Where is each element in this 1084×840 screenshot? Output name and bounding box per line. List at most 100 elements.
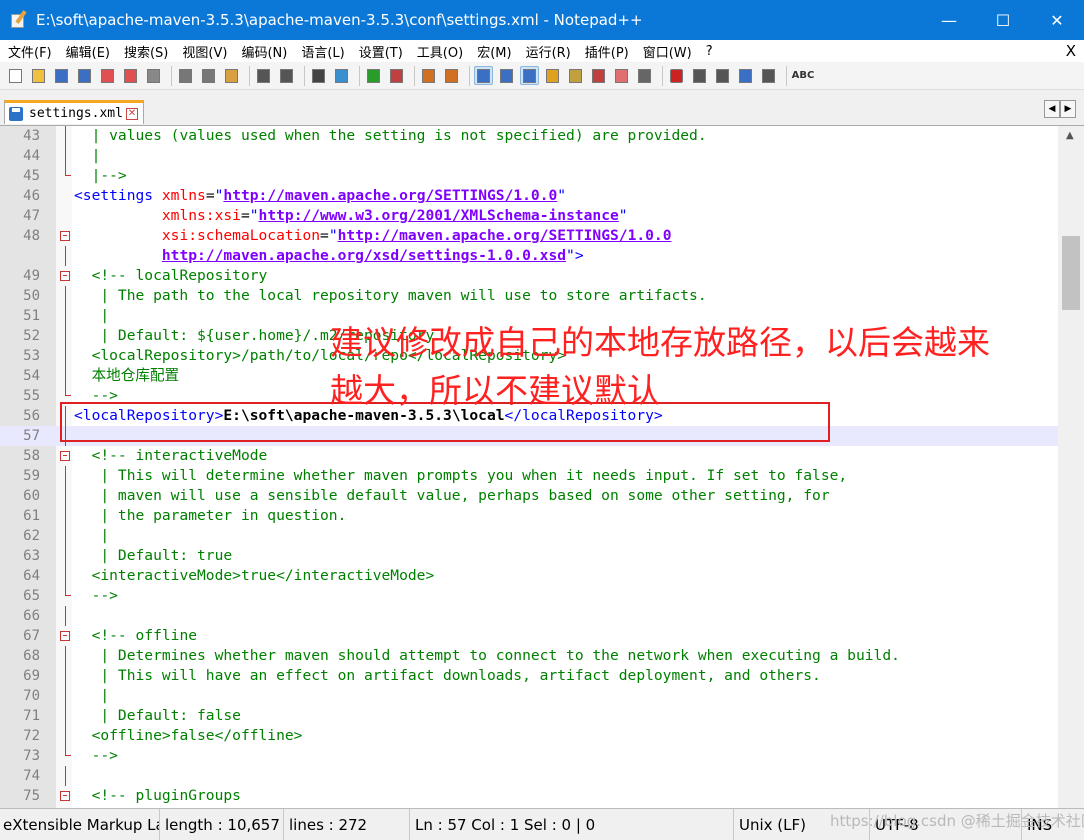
code-line[interactable]: 58 <!-- interactiveMode bbox=[0, 446, 1058, 466]
code-lines[interactable]: 43 | values (values used when the settin… bbox=[0, 126, 1058, 806]
code-line[interactable]: 72 <offline>false</offline> bbox=[0, 726, 1058, 746]
function-list-icon[interactable] bbox=[589, 66, 608, 85]
fold-toggle-icon[interactable] bbox=[59, 226, 71, 246]
stop-macro-icon[interactable] bbox=[690, 66, 709, 85]
code-line[interactable]: 74 bbox=[0, 766, 1058, 786]
code-line[interactable]: 43 | values (values used when the settin… bbox=[0, 126, 1058, 146]
save-icon[interactable] bbox=[52, 66, 71, 85]
monitor-icon[interactable] bbox=[635, 66, 654, 85]
fold-line bbox=[59, 506, 71, 526]
code-line[interactable]: 71 | Default: false bbox=[0, 706, 1058, 726]
new-file-icon[interactable] bbox=[6, 66, 25, 85]
code-line[interactable]: 65 --> bbox=[0, 586, 1058, 606]
code-line[interactable]: 49 <!-- localRepository bbox=[0, 266, 1058, 286]
code-line[interactable]: 61 | the parameter in question. bbox=[0, 506, 1058, 526]
fold-toggle-icon[interactable] bbox=[59, 626, 71, 646]
save-all-icon[interactable] bbox=[75, 66, 94, 85]
copy-icon[interactable] bbox=[199, 66, 218, 85]
menu-item-2[interactable]: 搜索(S) bbox=[116, 42, 174, 61]
code-line[interactable]: http://maven.apache.org/xsd/settings-1.0… bbox=[0, 246, 1058, 266]
code-line[interactable]: 66 bbox=[0, 606, 1058, 626]
code-text: --> bbox=[91, 587, 118, 604]
close-button[interactable]: ✕ bbox=[1030, 0, 1084, 40]
menu-item-3[interactable]: 视图(V) bbox=[174, 42, 233, 61]
code-line[interactable]: 62 | bbox=[0, 526, 1058, 546]
code-line[interactable]: 69 | This will have an effect on artifac… bbox=[0, 666, 1058, 686]
undo-icon[interactable] bbox=[254, 66, 273, 85]
code-line[interactable]: 67 <!-- offline bbox=[0, 626, 1058, 646]
fold-line bbox=[59, 646, 71, 666]
menu-item-4[interactable]: 编码(N) bbox=[233, 42, 293, 61]
code-line[interactable]: 47 xmlns:xsi="http://www.w3.org/2001/XML… bbox=[0, 206, 1058, 226]
tab-scroll-right-button[interactable]: ▶ bbox=[1060, 100, 1076, 118]
menu-item-9[interactable]: 运行(R) bbox=[518, 42, 577, 61]
fold-toggle-icon[interactable] bbox=[59, 446, 71, 466]
saved-file-icon bbox=[9, 106, 23, 121]
scroll-up-arrow-icon[interactable]: ▲ bbox=[1066, 130, 1074, 141]
print-icon[interactable] bbox=[144, 66, 163, 85]
tab-scroll-left-button[interactable]: ◀ bbox=[1044, 100, 1060, 118]
menu-item-10[interactable]: 插件(P) bbox=[577, 42, 635, 61]
paste-icon[interactable] bbox=[222, 66, 241, 85]
find-icon[interactable] bbox=[309, 66, 328, 85]
menu-item-11[interactable]: 窗口(W) bbox=[635, 42, 698, 61]
tab-settings-xml[interactable]: settings.xml ✕ bbox=[4, 100, 144, 124]
menu-item-6[interactable]: 设置(T) bbox=[351, 42, 409, 61]
fold-toggle-icon[interactable] bbox=[59, 266, 71, 286]
code-text: | maven will use a sensible default valu… bbox=[100, 487, 830, 504]
replace-icon[interactable] bbox=[332, 66, 351, 85]
line-number: 52 bbox=[23, 328, 40, 344]
record-macro-icon[interactable] bbox=[667, 66, 686, 85]
code-text: | This will have an effect on artifact d… bbox=[100, 667, 821, 684]
fold-toggle-icon[interactable] bbox=[59, 786, 71, 806]
fold-line bbox=[59, 246, 71, 266]
zoom-in-icon[interactable] bbox=[364, 66, 383, 85]
code-line[interactable]: 60 | maven will use a sensible default v… bbox=[0, 486, 1058, 506]
cut-icon[interactable] bbox=[176, 66, 195, 85]
line-number: 56 bbox=[23, 408, 40, 424]
maximize-button[interactable]: ☐ bbox=[976, 0, 1030, 40]
run-macro-multiple-icon[interactable] bbox=[736, 66, 755, 85]
fold-line bbox=[59, 666, 71, 686]
spellcheck-icon[interactable]: ABC bbox=[791, 66, 815, 85]
editor[interactable]: 43 | values (values used when the settin… bbox=[0, 126, 1084, 808]
menu-item-12[interactable]: ? bbox=[698, 44, 719, 59]
code-line[interactable]: 64 <interactiveMode>true</interactiveMod… bbox=[0, 566, 1058, 586]
code-line[interactable]: 68 | Determines whether maven should att… bbox=[0, 646, 1058, 666]
menu-item-8[interactable]: 宏(M) bbox=[469, 42, 517, 61]
code-line[interactable]: 75 <!-- pluginGroups bbox=[0, 786, 1058, 806]
code-line[interactable]: 70 | bbox=[0, 686, 1058, 706]
menu-item-0[interactable]: 文件(F) bbox=[0, 42, 58, 61]
wrap-icon[interactable] bbox=[474, 66, 493, 85]
tab-close-icon[interactable]: ✕ bbox=[125, 107, 138, 120]
udl-icon[interactable] bbox=[543, 66, 562, 85]
open-file-icon[interactable] bbox=[29, 66, 48, 85]
scrollbar-thumb[interactable] bbox=[1062, 236, 1080, 310]
sync-v-icon[interactable] bbox=[419, 66, 438, 85]
zoom-out-icon[interactable] bbox=[387, 66, 406, 85]
code-line[interactable]: 59 | This will determine whether maven p… bbox=[0, 466, 1058, 486]
close-all-icon[interactable] bbox=[121, 66, 140, 85]
code-line[interactable]: 50 | The path to the local repository ma… bbox=[0, 286, 1058, 306]
doc-map-icon[interactable] bbox=[566, 66, 585, 85]
code-line[interactable]: 63 | Default: true bbox=[0, 546, 1058, 566]
code-line[interactable]: 45 |--> bbox=[0, 166, 1058, 186]
code-line[interactable]: 44 | bbox=[0, 146, 1058, 166]
minimize-button[interactable]: — bbox=[922, 0, 976, 40]
redo-icon[interactable] bbox=[277, 66, 296, 85]
close-document-button[interactable]: X bbox=[1066, 42, 1076, 60]
play-macro-icon[interactable] bbox=[713, 66, 732, 85]
indent-guide-icon[interactable] bbox=[520, 66, 539, 85]
close-icon[interactable] bbox=[98, 66, 117, 85]
folder-workspace-icon[interactable] bbox=[612, 66, 631, 85]
sync-h-icon[interactable] bbox=[442, 66, 461, 85]
code-line[interactable]: 73 --> bbox=[0, 746, 1058, 766]
menu-item-5[interactable]: 语言(L) bbox=[293, 42, 350, 61]
menu-item-1[interactable]: 编辑(E) bbox=[58, 42, 116, 61]
vertical-scrollbar[interactable]: ▲ bbox=[1058, 126, 1084, 808]
code-line[interactable]: 48 xsi:schemaLocation="http://maven.apac… bbox=[0, 226, 1058, 246]
menu-item-7[interactable]: 工具(O) bbox=[409, 42, 469, 61]
code-line[interactable]: 46 <settings xmlns="http://maven.apache.o… bbox=[0, 186, 1058, 206]
save-macro-icon[interactable] bbox=[759, 66, 778, 85]
all-chars-icon[interactable] bbox=[497, 66, 516, 85]
